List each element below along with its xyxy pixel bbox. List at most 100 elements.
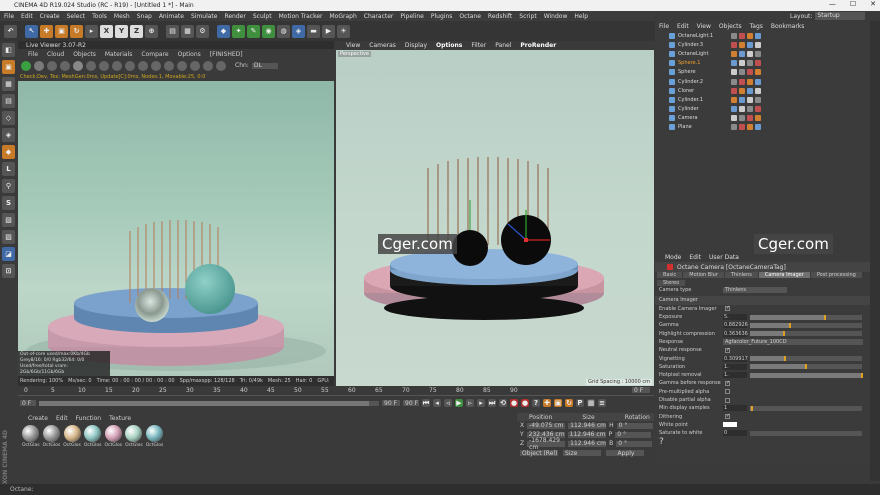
move-tool-icon[interactable]: ✚ [40, 24, 53, 38]
tag-icon[interactable] [739, 69, 745, 76]
x-axis-icon[interactable]: X [100, 24, 113, 38]
attribute-value-field[interactable]: 5. [723, 314, 747, 321]
param-key-icon[interactable]: P [576, 399, 584, 407]
tag-icon[interactable] [747, 69, 753, 76]
attribute-value-field[interactable]: 1. [723, 372, 747, 379]
tag-icon[interactable] [755, 124, 761, 131]
menu-item-window[interactable]: Window [544, 13, 568, 20]
tag-icon[interactable] [731, 69, 737, 76]
scale-tool-icon[interactable]: ▣ [55, 24, 68, 38]
subdivision-icon[interactable]: ✦ [232, 24, 245, 38]
object-row[interactable]: OctaneLight.1 [655, 31, 870, 40]
attribute-menu-item[interactable]: Edit [689, 254, 701, 261]
pause-icon[interactable] [47, 60, 57, 71]
spline-icon[interactable]: ✎ [247, 24, 260, 38]
tag-icon[interactable] [755, 32, 761, 39]
tag-icon[interactable] [747, 60, 753, 67]
render-view-icon[interactable]: ▤ [166, 24, 179, 38]
edges-mode-icon[interactable]: ◈ [2, 128, 15, 142]
tag-icon[interactable] [755, 50, 761, 57]
object-name[interactable]: Cylinder.3 [678, 42, 703, 48]
rotation-field[interactable]: 0 ° [615, 431, 652, 438]
sphere-preview-icon[interactable] [73, 60, 83, 71]
tag-icon[interactable] [747, 106, 753, 113]
object-name[interactable]: Cylinder [678, 106, 699, 112]
tag-icon[interactable] [731, 106, 737, 113]
menu-item-file[interactable]: File [4, 13, 14, 20]
tag-icon[interactable] [755, 69, 761, 76]
object-row[interactable]: Sphere [655, 68, 870, 77]
tag-icon[interactable] [731, 124, 737, 131]
model-mode-icon[interactable]: ▣ [2, 60, 15, 74]
prev-frame-icon[interactable]: ◃ [444, 399, 452, 407]
pla-key-icon[interactable]: ▦ [587, 399, 595, 407]
material-thumb[interactable]: OctGlos [63, 425, 81, 448]
menu-item-plugins[interactable]: Plugins [431, 13, 453, 20]
cube-icon[interactable]: ◆ [217, 24, 230, 38]
render-picture-viewer-icon[interactable]: ▦ [181, 24, 194, 38]
material-menu-item[interactable]: Function [76, 415, 102, 422]
current-frame-field[interactable]: 0 F [632, 387, 650, 394]
tag-icon[interactable] [739, 60, 745, 67]
make-editable-icon[interactable]: ◧ [2, 43, 15, 57]
attribute-menu-item[interactable]: User Data [709, 254, 739, 261]
attribute-tab[interactable]: Camera Imager [758, 272, 810, 278]
start-frame-field[interactable]: 0 F [20, 400, 36, 407]
attribute-tab[interactable]: Stereo [657, 279, 686, 286]
live-viewer-menu-item[interactable]: Options [178, 51, 201, 58]
timeline-menu-icon[interactable]: ≡ [598, 399, 606, 407]
next-frame-icon[interactable]: ▹ [466, 399, 474, 407]
axis-mode-icon[interactable]: L [2, 162, 15, 176]
attribute-tab[interactable]: Thinlens [724, 272, 758, 278]
tag-icon[interactable] [755, 41, 761, 48]
object-menu-item[interactable]: Tags [750, 23, 763, 30]
tag-icon[interactable] [731, 115, 737, 122]
object-row[interactable]: Plane [655, 123, 870, 132]
material-thumb[interactable]: OctGlos [43, 425, 60, 448]
attribute-value-field[interactable]: 1. [723, 363, 747, 370]
tag-icon[interactable] [739, 87, 745, 94]
object-menu-item[interactable]: Edit [677, 23, 689, 30]
tag-icon[interactable] [747, 32, 753, 39]
tag-icon[interactable] [747, 124, 753, 131]
close-button[interactable]: ✕ [870, 0, 876, 8]
menu-item-motion-tracker[interactable]: Motion Tracker [279, 13, 323, 20]
object-picker-icon[interactable] [138, 60, 148, 71]
camera-type-select[interactable]: Thinlens [723, 287, 787, 294]
attribute-value-field[interactable]: 0 [723, 430, 747, 437]
render-restart-icon[interactable] [21, 60, 31, 71]
object-menu-item[interactable]: Objects [719, 23, 742, 30]
layer-icon[interactable]: ◪ [2, 247, 15, 261]
position-key-icon[interactable]: ✚ [543, 399, 551, 407]
size-field[interactable]: 112.946 cm [568, 422, 607, 429]
region-render-icon[interactable] [86, 60, 96, 71]
tag-icon[interactable] [747, 78, 753, 85]
go-end-icon[interactable]: ⏭ [488, 399, 496, 407]
undo-icon[interactable]: ↶ [4, 24, 17, 38]
tweak-mode-icon[interactable]: ⚲ [2, 179, 15, 193]
attribute-tab[interactable]: Motion Blur [683, 272, 724, 278]
tag-icon[interactable] [747, 41, 753, 48]
subsampling-icon[interactable] [177, 60, 187, 71]
tag-icon[interactable] [731, 50, 737, 57]
tag-icon[interactable] [747, 96, 753, 103]
size-field[interactable]: 112.946 cm [567, 431, 606, 438]
attribute-tab[interactable]: Post processing [810, 272, 862, 278]
menu-item-script[interactable]: Script [519, 13, 536, 20]
workplane-lock-icon[interactable]: ▧ [2, 213, 15, 227]
material-menu-item[interactable]: Create [28, 415, 48, 422]
material-thumb[interactable]: OctGlas [22, 425, 40, 448]
tag-icon[interactable] [731, 78, 737, 85]
coordinate-system-icon[interactable]: ⊕ [145, 24, 158, 38]
menu-item-snap[interactable]: Snap [137, 13, 152, 20]
polygons-mode-icon[interactable]: ◆ [2, 145, 15, 159]
object-name[interactable]: Camera [678, 115, 698, 121]
tag-icon[interactable] [755, 87, 761, 94]
points-mode-icon[interactable]: ◇ [2, 111, 15, 125]
attribute-checkbox[interactable]: ✓ [725, 347, 730, 353]
material-thumb[interactable]: OctGlos [146, 425, 163, 448]
object-row[interactable]: Sphere.1 [655, 59, 870, 68]
live-viewer-menu-item[interactable]: [FINISHED] [210, 51, 243, 58]
tag-icon[interactable] [739, 115, 745, 122]
select-tool-icon[interactable]: ↖ [25, 24, 38, 38]
